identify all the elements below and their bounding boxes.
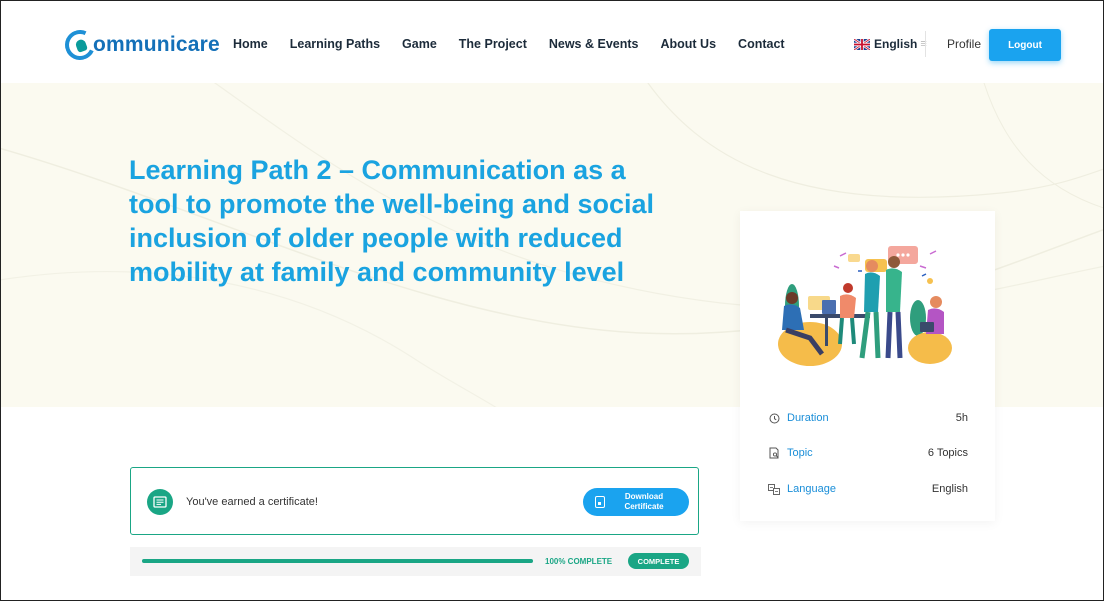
duration-value: 5h — [955, 412, 968, 424]
nav-the-project[interactable]: The Project — [459, 37, 527, 51]
language-label: English — [874, 37, 918, 51]
site-header: ommunicare Home Learning Paths Game The … — [1, 1, 1103, 83]
logo-mark-icon — [60, 25, 100, 65]
course-progress: 100% COMPLETE COMPLETE — [130, 547, 701, 576]
uk-flag-icon — [854, 38, 870, 50]
progress-percent-label: 100% COMPLETE — [545, 557, 613, 566]
certificate-icon — [147, 489, 173, 515]
topic-value: 6 Topics — [927, 447, 968, 459]
download-certificate-button[interactable]: Download Certificate — [583, 488, 689, 516]
complete-status-badge: COMPLETE — [628, 553, 689, 569]
profile-link[interactable]: Profile — [947, 37, 981, 51]
progress-bar-track — [142, 559, 533, 563]
nav-learning-paths[interactable]: Learning Paths — [290, 37, 380, 51]
nav-game[interactable]: Game — [402, 37, 437, 51]
nav-contact[interactable]: Contact — [738, 37, 785, 51]
translate-icon — [768, 483, 780, 495]
document-search-icon — [768, 447, 780, 459]
team-communication-illustration — [778, 246, 952, 366]
nav-about-us[interactable]: About Us — [660, 37, 716, 51]
certificate-message: You've earned a certificate! — [186, 496, 318, 508]
page-frame: ommunicare Home Learning Paths Game The … — [0, 0, 1104, 601]
main-nav: Home Learning Paths Game The Project New… — [233, 37, 807, 51]
nav-home[interactable]: Home — [233, 37, 268, 51]
topic-row: Topic 6 Topics — [768, 444, 968, 462]
language-label-meta: Language — [787, 483, 836, 495]
language-switcher[interactable]: English ≡ — [854, 37, 927, 51]
communicare-logo[interactable]: ommunicare — [60, 25, 220, 65]
logout-button[interactable]: Logout — [989, 29, 1061, 61]
duration-label: Duration — [787, 412, 829, 424]
topic-label: Topic — [787, 447, 813, 459]
nav-news-events[interactable]: News & Events — [549, 37, 639, 51]
course-info-card: Duration 5h Topic 6 Topics Language Engl… — [740, 211, 995, 521]
language-row: Language English — [768, 480, 968, 498]
logo-text: ommunicare — [93, 33, 220, 56]
header-divider — [925, 31, 926, 57]
certificate-banner: You've earned a certificate! Download Ce… — [130, 467, 699, 535]
progress-bar-fill — [142, 559, 533, 563]
clock-icon — [768, 412, 780, 424]
download-file-icon — [595, 496, 605, 508]
language-value: English — [931, 483, 968, 495]
duration-row: Duration 5h — [768, 409, 968, 427]
download-certificate-label: Download Certificate — [624, 492, 664, 511]
learning-path-title: Learning Path 2 – Communication as a too… — [129, 155, 655, 287]
